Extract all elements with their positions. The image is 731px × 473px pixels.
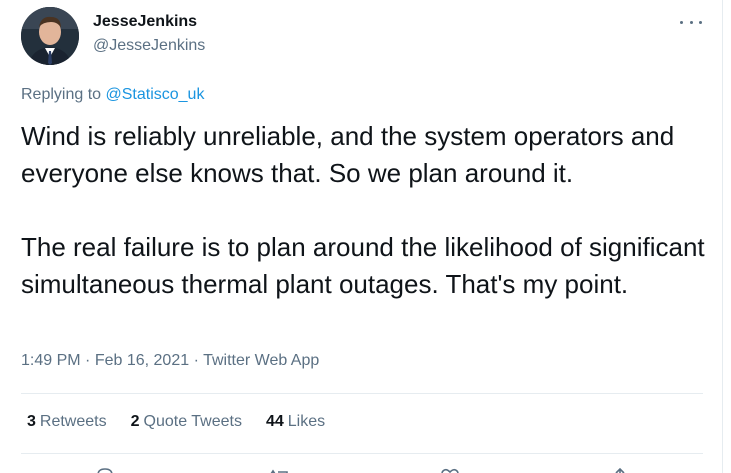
stat-label: Retweets [39,413,107,430]
meta-separator: · [85,352,91,369]
stat-label: Quote Tweets [143,413,242,430]
tweet-source-link[interactable]: Twitter Web App [203,352,319,369]
tweet-timestamp-link[interactable]: 1:49 PM · Feb 16, 2021 [21,352,189,369]
stat-likes[interactable]: 44 Likes [266,413,325,431]
divider [21,393,703,394]
avatar[interactable] [21,7,79,65]
tweet-stats: 3 Retweets 2 Quote Tweets 44 Likes [27,413,349,431]
stat-count: 44 [265,413,284,430]
tweet-time: 1:49 PM [21,352,81,369]
stat-label: Likes [287,413,326,430]
tweet-paragraph-1: Wind is reliably unreliable, and the sys… [21,121,675,188]
author-handle[interactable]: @JesseJenkins [93,37,205,55]
stat-quote-tweets[interactable]: 2 Quote Tweets [131,413,242,431]
avatar-photo [21,7,79,65]
tweet-paragraph-2: The real failure is to plan around the l… [21,232,705,299]
retweet-icon[interactable] [270,466,290,473]
author-display-name[interactable]: JesseJenkins [93,13,197,31]
dot [699,20,702,24]
stat-count: 2 [130,413,140,430]
divider [21,453,703,454]
dot [689,20,693,24]
reply-mention-link[interactable]: @Statisco_uk [106,86,205,103]
tweet-meta: 1:49 PM · Feb 16, 2021 · Twitter Web App [21,352,319,370]
share-icon[interactable] [610,466,630,473]
replying-to-label: Replying to [21,86,102,103]
meta-separator: · [193,352,199,369]
tweet-card: JesseJenkins @JesseJenkins Replying to @… [0,0,723,473]
tweet-text: Wind is reliably unreliable, and the sys… [21,118,711,303]
tweet-actions [0,462,723,473]
dot [680,20,683,24]
stat-count: 3 [27,413,36,430]
stat-retweets[interactable]: 3 Retweets [27,413,107,431]
replying-to: Replying to @Statisco_uk [21,86,204,104]
more-dots-icon[interactable] [680,14,702,30]
reply-icon[interactable] [95,466,115,473]
tweet-date: Feb 16, 2021 [94,352,190,369]
like-icon[interactable] [440,466,460,473]
